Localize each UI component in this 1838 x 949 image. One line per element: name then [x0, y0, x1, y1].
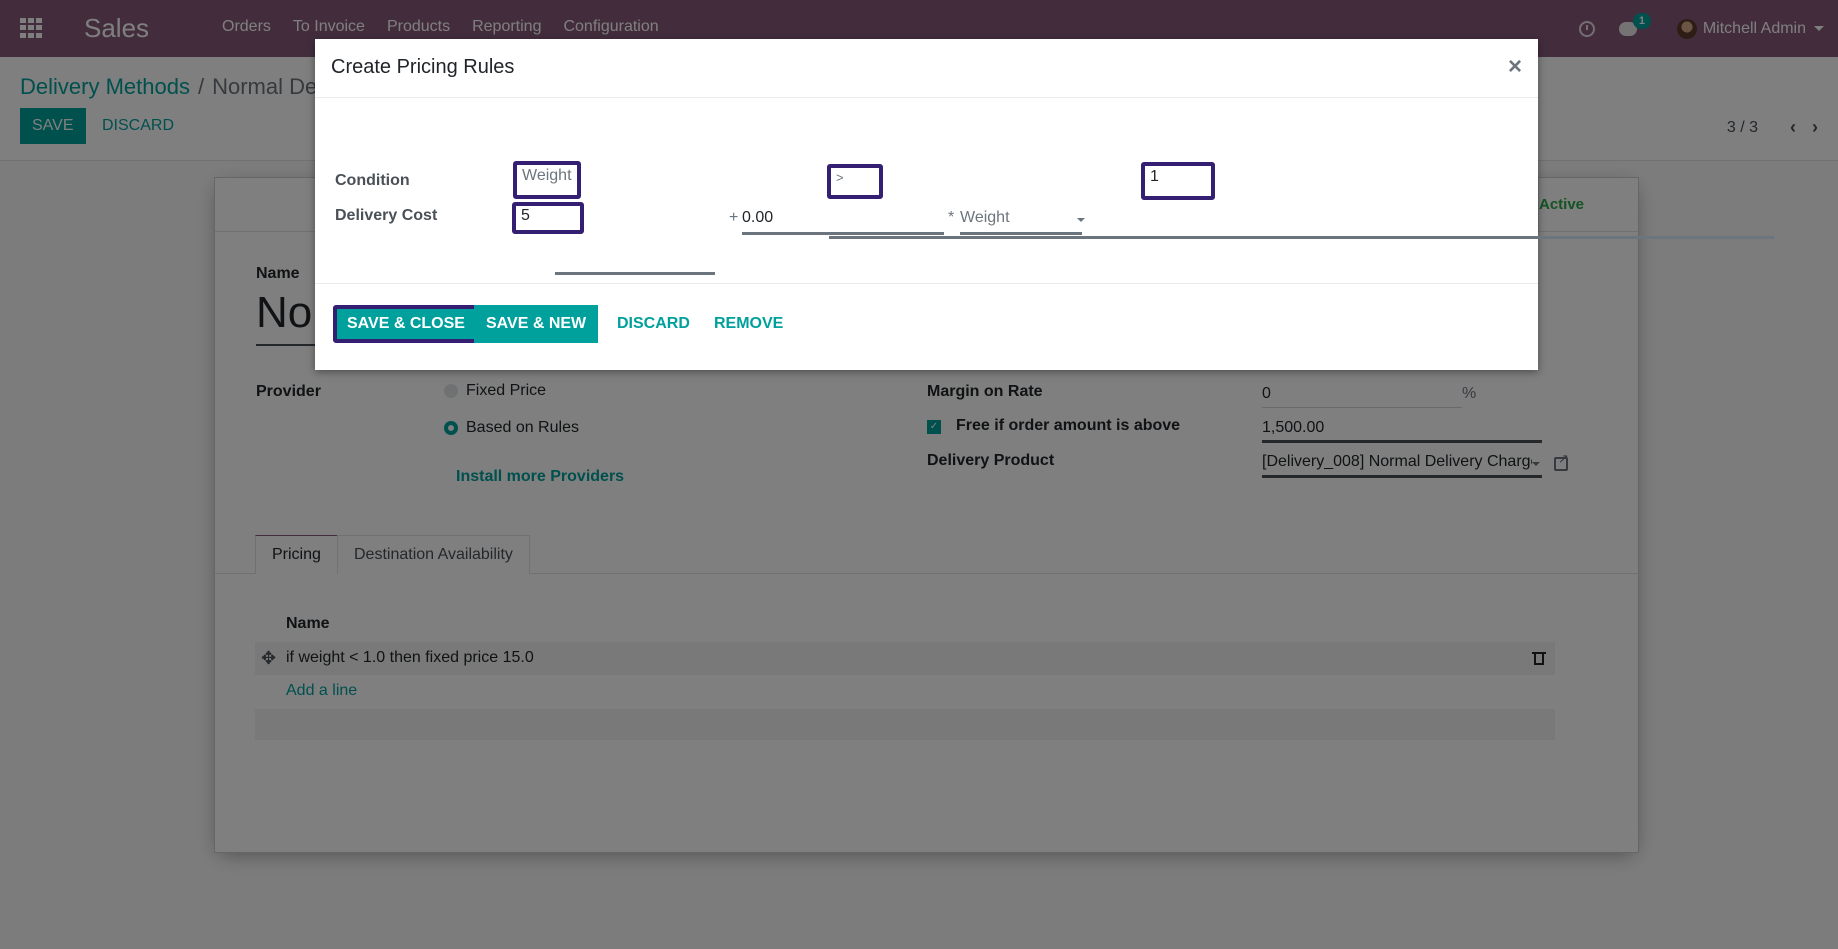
save-close-button[interactable]: SAVE & CLOSE: [333, 305, 479, 343]
condition-label: Condition: [335, 172, 410, 189]
modal-discard-button[interactable]: DISCARD: [605, 305, 702, 343]
fixed-price-underline: [555, 272, 715, 275]
modal-body: Condition Weight > 1 Delivery Cost 5 + 0…: [315, 98, 1774, 283]
variable-factor-type-underline: [960, 232, 1082, 235]
condition-underline: [829, 236, 1774, 239]
create-pricing-rules-dialog: Create Pricing Rules × Condition Weight …: [315, 39, 1774, 370]
modal-title: Create Pricing Rules: [331, 56, 515, 78]
select-caret-icon[interactable]: [1077, 218, 1085, 222]
save-new-button[interactable]: SAVE & NEW: [474, 305, 599, 343]
variable-factor-input[interactable]: 0.00: [742, 209, 773, 227]
condition-variable-select[interactable]: Weight: [513, 161, 581, 199]
remove-button[interactable]: REMOVE: [702, 305, 795, 343]
condition-value-input[interactable]: 1: [1141, 162, 1215, 200]
close-icon[interactable]: ×: [1508, 53, 1522, 81]
times-sign: *: [948, 209, 955, 226]
modal-footer: SAVE & CLOSE SAVE & NEW DISCARD REMOVE: [315, 283, 1538, 370]
variable-factor-type-select[interactable]: Weight: [960, 209, 1010, 227]
variable-factor-underline: [742, 232, 944, 235]
fixed-price-input[interactable]: 5: [512, 202, 584, 234]
condition-operator-select[interactable]: >: [827, 164, 883, 199]
modal-header: Create Pricing Rules ×: [315, 39, 1538, 98]
delivery-cost-label: Delivery Cost: [335, 207, 438, 224]
plus-sign: +: [729, 209, 739, 226]
